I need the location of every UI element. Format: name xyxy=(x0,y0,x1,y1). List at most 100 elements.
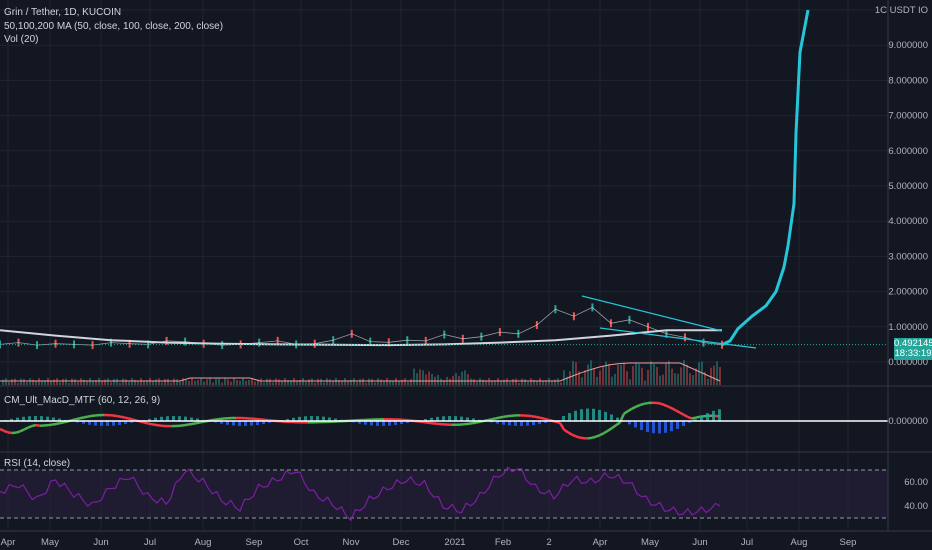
volume-bar xyxy=(314,382,316,385)
volume-bar xyxy=(233,378,235,385)
macd-histogram-bar xyxy=(634,421,637,428)
macd-segment xyxy=(595,433,601,438)
macd-segment xyxy=(27,424,33,429)
volume-bar xyxy=(305,381,307,385)
x-tick-label: Jul xyxy=(144,537,156,548)
macd-legend[interactable]: CM_Ult_MacD_MTF (60, 12, 26, 9) xyxy=(4,395,160,407)
volume-bar xyxy=(650,361,652,385)
volume-bar xyxy=(248,379,250,385)
macd-histogram-bar xyxy=(568,413,571,421)
macd-segment xyxy=(555,420,561,425)
volume-bar xyxy=(284,378,286,385)
volume-bar xyxy=(212,382,214,385)
volume-bar xyxy=(611,376,613,385)
macd-histogram-bar xyxy=(652,421,655,434)
volume-bar xyxy=(482,379,484,385)
macd-segment xyxy=(667,405,673,410)
volume-bar xyxy=(467,374,469,385)
ma-legend[interactable]: 50,100,200 MA (50, close, 100, close, 20… xyxy=(4,21,223,33)
volume-bar xyxy=(140,378,142,385)
volume-bar xyxy=(5,378,7,385)
macd-segment xyxy=(183,423,189,427)
macd-segment xyxy=(151,423,157,427)
macd-segment xyxy=(423,420,429,424)
rsi-legend[interactable]: RSI (14, close) xyxy=(4,458,70,470)
x-tick-label: Jul xyxy=(741,537,753,548)
volume-bar xyxy=(38,378,40,385)
volume-bar xyxy=(344,378,346,385)
volume-bar xyxy=(395,378,397,385)
volume-bar xyxy=(164,378,166,385)
volume-bar xyxy=(317,378,319,385)
volume-legend[interactable]: Vol (20) xyxy=(4,34,38,46)
y-tick-label: 8.000000 xyxy=(888,75,928,86)
volume-bar xyxy=(275,378,277,385)
macd-segment xyxy=(31,423,37,428)
volume-bar xyxy=(470,378,472,385)
volume-bar xyxy=(89,378,91,385)
volume-bar xyxy=(125,379,127,385)
volume-bar xyxy=(644,380,646,385)
volume-bar xyxy=(353,378,355,385)
volume-bar xyxy=(614,373,616,385)
bar-countdown: 18:33:19 xyxy=(894,348,932,359)
volume-bar xyxy=(8,382,10,385)
volume-bar xyxy=(203,381,205,385)
macd-histogram-bar xyxy=(646,421,649,433)
volume-bar xyxy=(206,379,208,385)
x-tick-label: Nov xyxy=(343,537,360,548)
volume-bar xyxy=(713,365,715,385)
volume-bar xyxy=(623,362,625,385)
chart-canvas: 1C USDT IO 9.000000 8.000000 7.000000 6.0000… xyxy=(0,0,932,550)
macd-segment xyxy=(575,435,581,439)
macd-segment xyxy=(491,417,497,421)
y-tick-label: 1.000000 xyxy=(888,322,928,333)
x-tick-label: Apr xyxy=(593,537,608,548)
volume-bar xyxy=(527,381,529,385)
volume-bar xyxy=(131,378,133,385)
macd-segment xyxy=(75,417,81,421)
volume-bar xyxy=(185,379,187,385)
macd-segment xyxy=(587,436,593,440)
volume-bar xyxy=(569,371,571,385)
macd-segment xyxy=(115,414,121,418)
volume-bar xyxy=(407,381,409,385)
volume-bar xyxy=(11,378,13,385)
volume-bar xyxy=(596,376,598,385)
volume-bar xyxy=(629,379,631,385)
volume-bar xyxy=(668,360,670,385)
macd-segment xyxy=(199,420,205,424)
volume-bar xyxy=(266,378,268,385)
volume-bar xyxy=(689,373,691,385)
macd-segment xyxy=(147,422,153,426)
x-tick-label: Oct xyxy=(294,537,309,548)
volume-bar xyxy=(269,378,271,385)
volume-bar xyxy=(602,366,604,385)
volume-bar xyxy=(380,379,382,385)
macd-histogram-bar xyxy=(718,409,721,421)
volume-bar xyxy=(413,368,415,385)
volume-bar xyxy=(170,382,172,385)
volume-bar xyxy=(554,379,556,385)
volume-bar xyxy=(626,371,628,385)
volume-bar xyxy=(518,382,520,385)
volume-bar xyxy=(173,378,175,385)
volume-bar xyxy=(221,382,223,385)
volume-bar xyxy=(410,379,412,385)
volume-bar xyxy=(437,374,439,385)
macd-segment xyxy=(7,431,13,435)
macd-segment xyxy=(51,422,57,426)
macd-segment xyxy=(475,420,481,424)
volume-bar xyxy=(347,380,349,385)
macd-segment xyxy=(499,415,505,419)
symbol-legend[interactable]: Grin / Tether, 1D, KUCOIN xyxy=(4,7,121,19)
volume-bar xyxy=(500,381,502,385)
macd-segment xyxy=(195,421,201,425)
volume-bar xyxy=(509,382,511,385)
volume-bar xyxy=(86,381,88,385)
volume-bar xyxy=(176,379,178,385)
macd-segment xyxy=(571,433,577,438)
volume-bar xyxy=(278,379,280,385)
volume-bar xyxy=(98,378,100,385)
volume-bar xyxy=(698,362,700,385)
